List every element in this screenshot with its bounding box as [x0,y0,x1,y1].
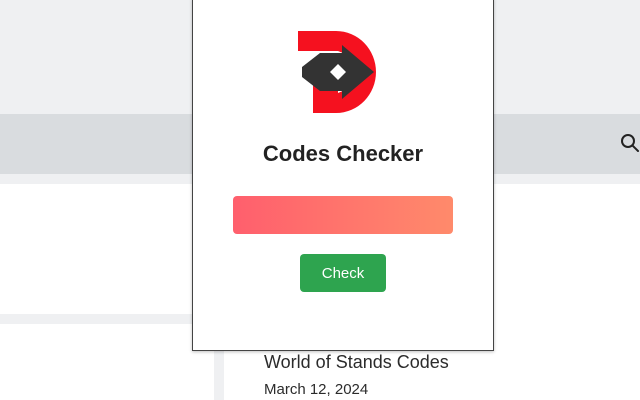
codes-checker-popup: Codes Checker Check [192,0,494,351]
site-card-left [0,184,193,314]
site-card-left-lower [0,324,193,400]
site-card-separator [0,314,193,324]
post-title-link[interactable]: World of Stands Codes [264,352,449,373]
page: World of Stands Codes March 12, 2024 Cod… [0,0,640,400]
code-input[interactable] [233,196,453,234]
search-icon[interactable] [620,133,640,153]
site-column-divider [214,350,224,400]
popup-title: Codes Checker [262,141,424,166]
codes-checker-logo [298,31,376,113]
post-date: March 12, 2024 [264,381,369,398]
check-button[interactable]: Check [300,254,386,292]
